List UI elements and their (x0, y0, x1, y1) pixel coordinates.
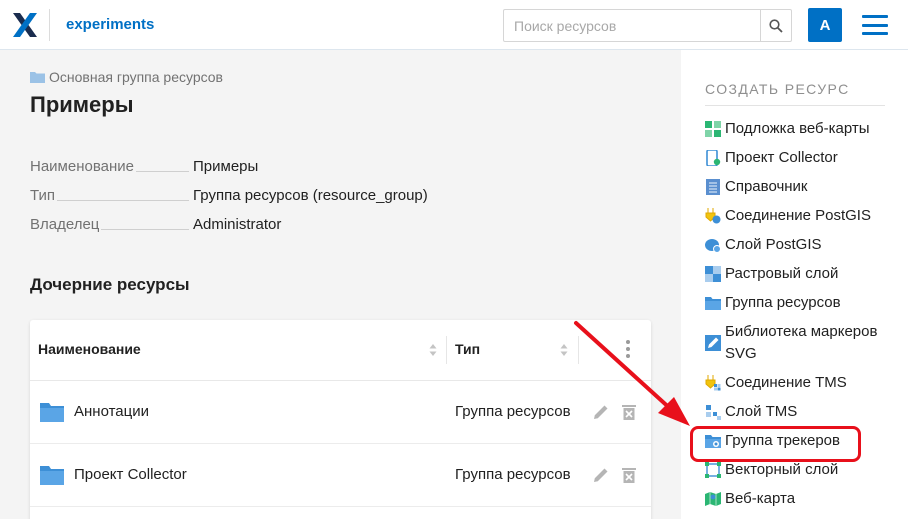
sidebar-item-postgis-connection[interactable]: Соединение PostGIS (705, 201, 895, 230)
sidebar-item-label: Веб-карта (725, 489, 796, 507)
property-value: Группа ресурсов (resource_group) (193, 187, 428, 204)
property-label: Тип (30, 187, 56, 204)
tms-connection-icon (705, 374, 721, 390)
sidebar-item-label: Соединение PostGIS (725, 206, 871, 224)
lookup-table-icon (706, 178, 720, 195)
sidebar-item-lookup-table[interactable]: Справочник (705, 172, 895, 201)
annotation-arrow (574, 321, 690, 426)
webmap-icon (705, 491, 721, 506)
search-input[interactable] (503, 9, 761, 42)
sort-icon[interactable] (429, 342, 437, 358)
breadcrumb: Основная группа ресурсов (30, 69, 223, 85)
app-title[interactable]: experiments (66, 16, 154, 33)
top-header: experiments A (0, 0, 908, 50)
annotation-highlight (690, 426, 861, 462)
postgis-connection-icon (705, 207, 721, 223)
children-section-title: Дочерние ресурсы (30, 275, 190, 294)
sidebar-item-collector[interactable]: Проект Collector (705, 143, 895, 172)
collector-icon (706, 149, 721, 166)
folder-icon (30, 72, 45, 83)
svg-marker-library-icon (705, 334, 721, 351)
hamburger-menu-icon[interactable] (862, 15, 888, 35)
resource-properties: Наименование Примеры Тип Группа ресурсов… (30, 152, 450, 239)
page-title: Примеры (30, 92, 134, 117)
sidebar-item-label: Библиотека маркеров SVG (725, 322, 878, 362)
property-value: Примеры (193, 158, 259, 175)
postgis-layer-icon (705, 238, 721, 253)
sidebar-item-tms-connection[interactable]: Соединение TMS (705, 368, 895, 397)
sidebar-item-postgis-layer[interactable]: Слой PostGIS (705, 230, 895, 259)
sidebar-item-label: Соединение TMS (725, 373, 847, 391)
column-header-type[interactable]: Тип (455, 341, 480, 357)
search-icon (769, 18, 783, 33)
property-value: Administrator (193, 216, 282, 233)
sidebar-item-label: Группа ресурсов (725, 293, 841, 311)
property-row-owner: Владелец Administrator (30, 210, 450, 239)
basemap-icon (705, 120, 721, 137)
nextgis-logo-icon[interactable] (12, 12, 38, 38)
property-row-name: Наименование Примеры (30, 152, 450, 181)
table-row[interactable]: Проект Collector Группа ресурсов (30, 444, 651, 507)
tms-layer-icon (706, 404, 721, 420)
sidebar-item-basemap[interactable]: Подложка веб-карты (705, 114, 895, 143)
table-header: Наименование Тип (30, 320, 651, 381)
sidebar-item-label: Подложка веб-карты (725, 119, 870, 137)
row-name-link[interactable]: Аннотации (74, 403, 149, 420)
row-type: Группа ресурсов (455, 466, 571, 483)
sort-icon[interactable] (560, 342, 568, 358)
property-label: Наименование (30, 158, 134, 175)
resource-group-icon (705, 296, 721, 310)
sidebar-item-webmap[interactable]: Веб-карта (705, 484, 895, 513)
row-type: Группа ресурсов (455, 403, 571, 420)
sidebar-item-label: Слой TMS (725, 402, 798, 420)
header-divider (49, 9, 50, 41)
sidebar-item-resource-group[interactable]: Группа ресурсов (705, 288, 895, 317)
folder-icon (40, 466, 64, 485)
sidebar-title: СОЗДАТЬ РЕСУРС (705, 81, 850, 97)
user-avatar[interactable]: A (808, 8, 842, 42)
vector-layer-icon (705, 461, 721, 478)
sidebar-item-label: Растровый слой (725, 264, 839, 282)
property-label: Владелец (30, 216, 100, 233)
sidebar-item-label: Слой PostGIS (725, 235, 822, 253)
sidebar-item-label: Проект Collector (725, 148, 838, 166)
table-row[interactable]: Аннотации Группа ресурсов (30, 381, 651, 444)
breadcrumb-link[interactable]: Основная группа ресурсов (49, 69, 223, 85)
property-row-type: Тип Группа ресурсов (resource_group) (30, 181, 450, 210)
search-button[interactable] (760, 9, 792, 42)
row-name-link[interactable]: Проект Collector (74, 466, 187, 483)
raster-layer-icon (705, 265, 721, 282)
children-table: Наименование Тип Аннотации Группа ресурс… (30, 320, 651, 519)
sidebar-item-label: Справочник (725, 177, 808, 195)
sidebar-item-tms-layer[interactable]: Слой TMS (705, 397, 895, 426)
edit-icon[interactable] (592, 466, 610, 484)
column-header-name[interactable]: Наименование (38, 341, 141, 357)
sidebar-item-svg-marker-library[interactable]: Библиотека маркеров SVG (705, 317, 895, 368)
folder-icon (40, 403, 64, 422)
sidebar-item-raster-layer[interactable]: Растровый слой (705, 259, 895, 288)
delete-icon[interactable] (621, 466, 637, 484)
